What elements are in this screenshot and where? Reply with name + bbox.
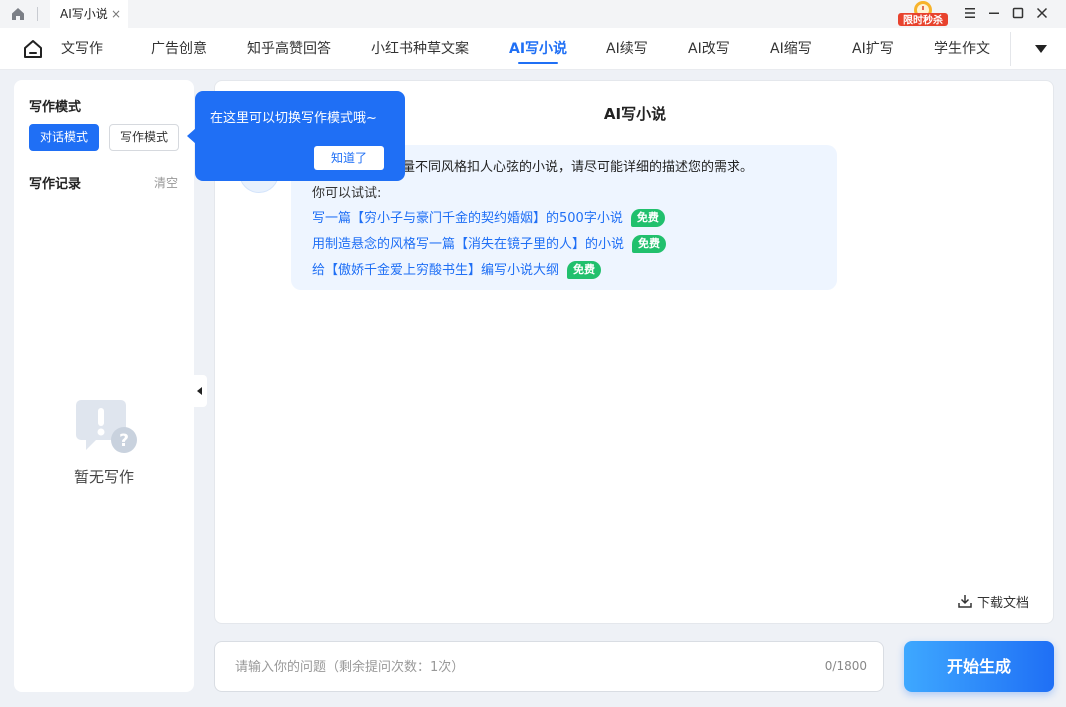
char-counter: 0/1800 bbox=[824, 659, 867, 673]
nav-item-student-essay[interactable]: 学生作文 bbox=[934, 28, 990, 70]
suggestion-text: 给【傲娇千金爱上穷酸书生】编写小说大纲 bbox=[312, 263, 560, 278]
nav-item-zhihu-answer[interactable]: 知乎高赞回答 bbox=[247, 28, 331, 70]
window-tab-title: AI写小说 bbox=[60, 7, 108, 21]
writing-mode-heading: 写作模式 bbox=[29, 100, 82, 115]
home-icon[interactable] bbox=[10, 6, 26, 22]
menu-icon[interactable] bbox=[961, 4, 979, 22]
tooltip-got-it-button[interactable]: 知道了 bbox=[314, 146, 384, 170]
write-mode-button[interactable]: 写作模式 bbox=[109, 124, 179, 151]
suggestion-item[interactable]: 给【傲娇千金爱上穷酸书生】编写小说大纲 免费 bbox=[312, 259, 602, 279]
title-separator bbox=[37, 7, 38, 21]
nav-divider bbox=[1010, 32, 1011, 66]
download-document-button[interactable]: 下载文档 bbox=[957, 592, 1029, 611]
start-generate-button[interactable]: 开始生成 bbox=[904, 641, 1054, 692]
title-bar: AI写小说 × 限时秒杀 bbox=[0, 0, 1066, 28]
chat-mode-button[interactable]: 对话模式 bbox=[29, 124, 99, 151]
mode-switch-tooltip: 在这里可以切换写作模式哦~ 知道了 bbox=[187, 91, 405, 181]
svg-text:?: ? bbox=[119, 431, 129, 451]
free-badge: 免费 bbox=[632, 235, 667, 253]
nav-item-ai-continue[interactable]: AI续写 bbox=[606, 28, 648, 70]
suggestion-text: 写一篇【穷小子与豪门千金的契约婚姻】的500字小说 bbox=[312, 211, 623, 226]
suggestion-text: 用制造悬念的风格写一篇【消失在镜子里的人】的小说 bbox=[312, 237, 625, 252]
collapse-sidebar-handle[interactable] bbox=[194, 375, 207, 407]
writing-records-heading: 写作记录 bbox=[29, 177, 82, 192]
free-badge: 免费 bbox=[567, 261, 602, 279]
free-badge: 免费 bbox=[630, 209, 665, 227]
flash-sale-badge[interactable]: 限时秒杀 bbox=[896, 0, 950, 27]
clear-records-button[interactable]: 清空 bbox=[154, 174, 178, 191]
nav-item-ad-creative[interactable]: 广告创意 bbox=[151, 28, 207, 70]
flash-sale-text: 限时秒杀 bbox=[903, 14, 943, 27]
nav-item-ai-expand[interactable]: AI扩写 bbox=[852, 28, 894, 70]
nav-more-icon[interactable] bbox=[1035, 45, 1047, 53]
tab-close-icon[interactable]: × bbox=[111, 0, 121, 28]
empty-state-icon: ? bbox=[76, 400, 137, 453]
minimize-icon[interactable] bbox=[985, 4, 1003, 22]
question-input-box: 0/1800 bbox=[214, 641, 884, 692]
nav-item-xiaohongshu[interactable]: 小红书种草文案 bbox=[371, 28, 469, 70]
welcome-text: 吾量不同风格扣人心弦的小说，请尽可能详细的描述您的需求。 bbox=[389, 160, 754, 175]
sidebar: 写作模式 对话模式 写作模式 写作记录 清空 ? 暂无写作 bbox=[14, 80, 194, 692]
suggestion-item[interactable]: 写一篇【穷小子与豪门千金的契约婚姻】的500字小说 免费 bbox=[312, 207, 665, 227]
nav-home-icon[interactable] bbox=[22, 38, 44, 60]
window-tab[interactable]: AI写小说 × bbox=[50, 0, 128, 28]
try-label: 你可以试试: bbox=[312, 186, 382, 201]
download-label: 下载文档 bbox=[977, 596, 1030, 611]
nav-item-ai-novel[interactable]: AI写小说 bbox=[509, 28, 567, 70]
nav-item-ai-abridge[interactable]: AI缩写 bbox=[770, 28, 812, 70]
download-icon bbox=[958, 595, 972, 608]
nav-item-essay[interactable]: 文写作 bbox=[61, 28, 103, 70]
question-input[interactable] bbox=[235, 656, 795, 678]
category-nav: 文写作 广告创意 知乎高赞回答 小红书种草文案 AI写小说 AI续写 AI改写 … bbox=[0, 28, 1066, 70]
tooltip-text: 在这里可以切换写作模式哦~ bbox=[210, 111, 377, 126]
suggestion-item[interactable]: 用制造悬念的风格写一篇【消失在镜子里的人】的小说 免费 bbox=[312, 233, 667, 253]
maximize-icon[interactable] bbox=[1009, 4, 1027, 22]
empty-state-text: 暂无写作 bbox=[73, 468, 134, 486]
close-icon[interactable] bbox=[1033, 4, 1051, 22]
nav-item-ai-rewrite[interactable]: AI改写 bbox=[688, 28, 730, 70]
